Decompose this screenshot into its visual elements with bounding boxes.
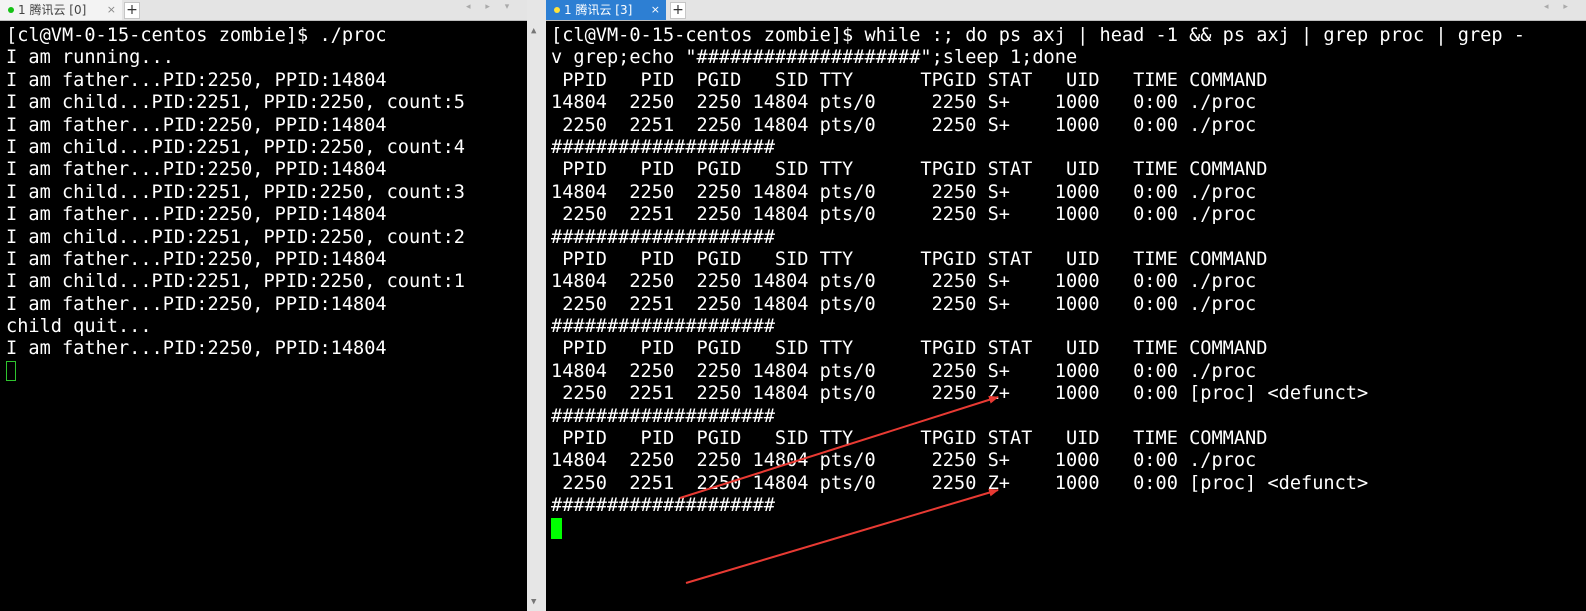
terminal-line: [cl@VM-0-15-centos zombie]$ ./proc <box>6 25 387 46</box>
add-tab-button[interactable]: + <box>124 2 140 19</box>
tab-nav-arrows[interactable]: ◂ ▸ ▾ <box>466 2 515 12</box>
terminal-line: I am father...PID:2250, PPID:14804 <box>6 69 387 91</box>
terminal-line: I am running... <box>6 47 174 69</box>
terminal-line: I am child...PID:2251, PPID:2250, count:… <box>6 226 465 248</box>
terminal-line: I am father...PID:2250, PPID:14804 <box>6 159 387 181</box>
close-tab-icon[interactable]: × <box>107 0 116 20</box>
terminal-line: I am father...PID:2250, PPID:14804 <box>6 293 387 315</box>
red-arrow-icon <box>685 488 999 584</box>
scroll-down-icon[interactable]: ▼ <box>531 597 536 607</box>
terminal-output[interactable]: [cl@VM-0-15-centos zombie]$ ./proc I am r… <box>6 25 527 383</box>
annotation-arrows <box>679 395 999 584</box>
right-terminal-pane[interactable]: 1 腾讯云 [3] × + ◂ ▸ [cl@VM-0-15-centos zom… <box>546 0 1586 611</box>
terminal-line: child quit... <box>6 316 152 338</box>
session-tab-0[interactable]: 1 腾讯云 [0] × <box>0 0 122 20</box>
text-cursor-icon <box>6 360 16 381</box>
scroll-up-icon[interactable]: ▲ <box>531 26 536 36</box>
terminal-line: I am father...PID:2250, PPID:14804 <box>6 338 387 360</box>
terminal-line: I am child...PID:2251, PPID:2250, count:… <box>6 271 465 293</box>
status-dot-icon <box>8 7 14 13</box>
prompt-line <box>6 360 527 383</box>
terminal-line: I am child...PID:2251, PPID:2250, count:… <box>6 92 465 114</box>
red-arrow-icon <box>679 395 999 499</box>
pane-splitter[interactable]: ▲ ▼ <box>527 0 546 611</box>
terminal-line: I am child...PID:2251, PPID:2250, count:… <box>6 136 465 158</box>
terminal-line: I am father...PID:2250, PPID:14804 <box>6 204 387 226</box>
terminal-line: I am father...PID:2250, PPID:14804 <box>6 248 387 270</box>
terminal-line: I am child...PID:2251, PPID:2250, count:… <box>6 181 465 203</box>
terminal-line: I am father...PID:2250, PPID:14804 <box>6 114 387 136</box>
left-tab-bar: 1 腾讯云 [0] × + ◂ ▸ ▾ <box>0 0 527 21</box>
tab-label: 1 腾讯云 [0] <box>18 3 87 17</box>
left-terminal-pane[interactable]: 1 腾讯云 [0] × + ◂ ▸ ▾ [cl@VM-0-15-centos z… <box>0 0 527 611</box>
